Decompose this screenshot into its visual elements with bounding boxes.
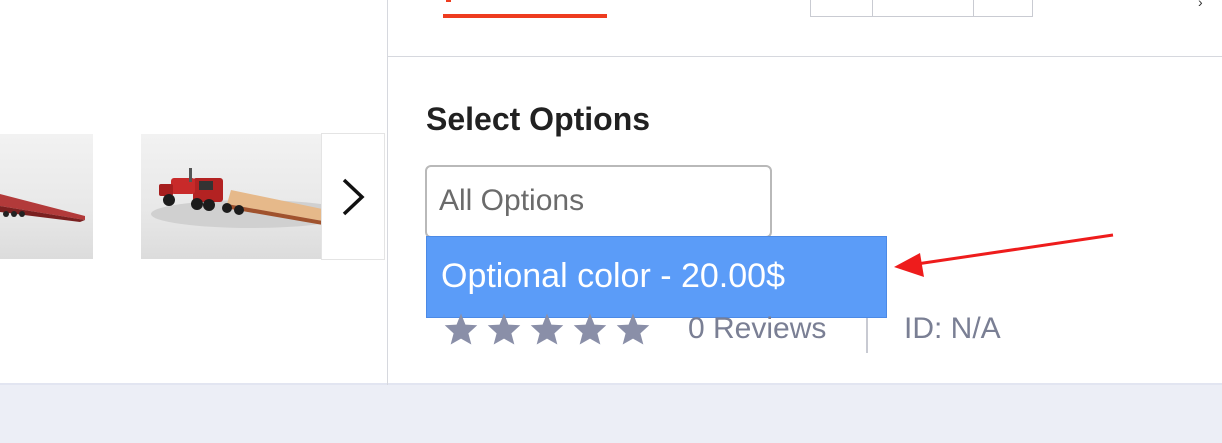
rating-stars <box>443 312 651 346</box>
section-divider <box>388 56 1222 57</box>
red-arrow-icon <box>894 233 1114 277</box>
gallery-thumbnail[interactable] <box>0 134 93 259</box>
quantity-stepper[interactable] <box>810 0 1033 17</box>
page-footer-band <box>0 385 1222 443</box>
select-options-heading: Select Options <box>426 101 651 137</box>
dropdown-option-optional-color[interactable]: Optional color - 20.00$ <box>441 257 785 296</box>
chevron-right-icon <box>342 178 365 215</box>
options-select[interactable]: All Options <box>425 165 772 238</box>
flatbed-trailer-image <box>0 194 85 222</box>
carousel-next-button[interactable] <box>321 133 385 260</box>
quantity-stepper-divider <box>973 0 974 16</box>
column-divider <box>387 0 388 385</box>
reviews-count-link[interactable]: 0 Reviews <box>688 312 826 346</box>
star-icon <box>487 313 521 345</box>
meta-divider <box>866 318 868 353</box>
options-select-value: All Options <box>439 184 585 217</box>
quantity-stepper-divider <box>872 0 873 16</box>
star-icon <box>616 313 650 345</box>
star-icon <box>530 313 564 345</box>
active-tab-label-fragment <box>446 0 451 2</box>
star-icon <box>573 313 607 345</box>
active-tab-indicator <box>443 14 607 18</box>
product-id: ID: N/A <box>904 312 1001 345</box>
options-dropdown-list: Optional color - 20.00$ <box>426 236 887 318</box>
chevron-icon[interactable]: › <box>1198 0 1203 10</box>
star-icon <box>444 313 478 345</box>
